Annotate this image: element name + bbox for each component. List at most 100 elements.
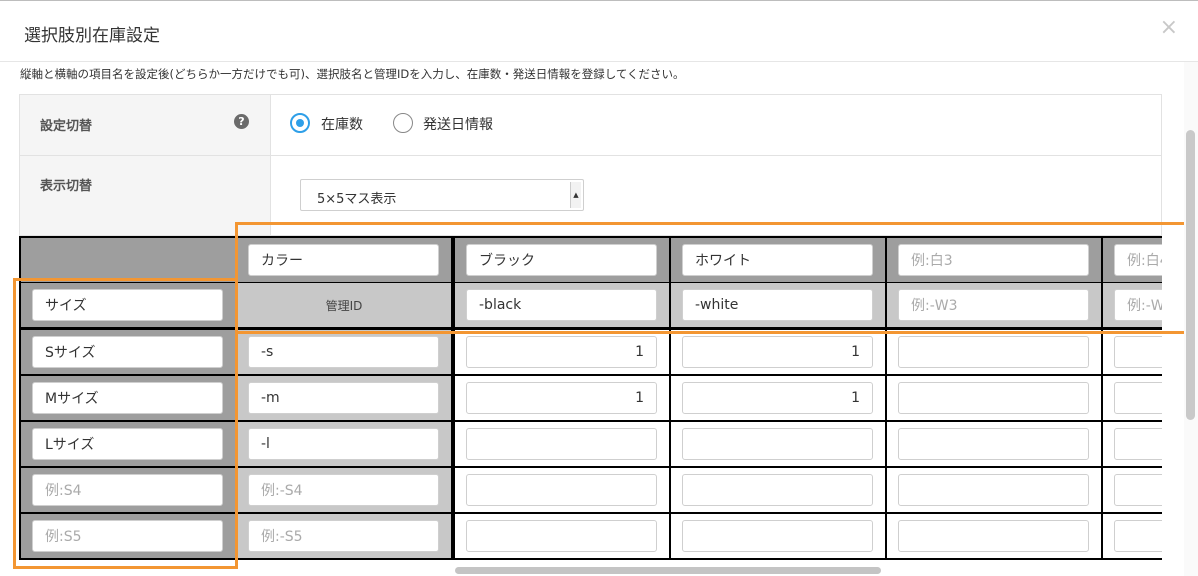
row-name-input[interactable]: Lサイズ [32,428,223,460]
stock-quantity-input[interactable] [466,474,657,506]
row-id-input[interactable]: -s [248,336,439,368]
stock-quantity-input[interactable] [682,474,873,506]
column-name-cell: ホワイト [671,238,885,282]
stock-quantity-input[interactable] [898,520,1089,552]
stock-quantity-input[interactable] [1114,336,1162,368]
row-id-cell: -m [237,376,451,420]
display-switch-label: 表示切替 [40,179,93,194]
stock-grid: カラーブラックホワイト例:白3 例:白4 サイズ 管理ID -black -white 例:… [19,236,1162,560]
column-axis-input[interactable]: カラー [248,244,439,276]
close-icon[interactable]: × [1160,15,1178,40]
stock-quantity-input[interactable] [682,428,873,460]
column-name-cell: ブラック [455,238,669,282]
stock-quantity-input[interactable]: 1 [466,382,657,414]
row-name-input[interactable]: 例:S4 [32,474,223,506]
row-name-cell: 例:S4 [21,468,235,512]
row-name-input[interactable]: Mサイズ [32,382,223,414]
stock-cell [455,468,669,512]
radio-stock[interactable] [290,113,310,133]
stock-cell [887,514,1101,558]
column-id-input[interactable]: 例:-W3 [898,289,1089,321]
stock-grid-viewport[interactable]: カラーブラックホワイト例:白3 例:白4 サイズ 管理ID -black -white 例:… [19,236,1162,560]
column-id-cell: -black [455,283,669,327]
row-id-cell: -l [237,422,451,466]
row-id-input[interactable]: -l [248,428,439,460]
settings-panel: 設定切替 ? 在庫数 発送日情報 表示切替 5×5マス表示 ▲ [19,94,1162,236]
stock-cell [1103,468,1162,512]
stock-quantity-input[interactable] [1114,428,1162,460]
mode-switch-label: 設定切替 [40,119,93,134]
stock-quantity-input[interactable] [1114,382,1162,414]
stock-cell [455,422,669,466]
stock-quantity-input[interactable] [1114,474,1162,506]
stock-cell [455,514,669,558]
stock-cell [887,422,1101,466]
grid-corner [21,238,235,282]
stock-quantity-input[interactable] [466,428,657,460]
display-select-value: 5×5マス表示 [317,192,397,207]
row-id-input[interactable]: -m [248,382,439,414]
stock-cell [671,422,885,466]
stock-cell [671,468,885,512]
stock-cell: 1 [455,330,669,374]
help-icon[interactable]: ? [234,114,249,129]
row-id-input[interactable]: 例:-S4 [248,474,439,506]
divider [20,155,1161,156]
column-id-input[interactable]: -black [466,289,657,321]
column-id-input[interactable]: 例:-W4 [1114,289,1162,321]
column-name-input[interactable]: ホワイト [682,244,873,276]
stock-quantity-input[interactable] [898,474,1089,506]
vertical-scrollbar-thumb[interactable] [1186,130,1195,420]
stock-cell [1103,330,1162,374]
stock-quantity-input[interactable] [898,336,1089,368]
column-name-cell: 例:白3 [887,238,1101,282]
stock-cell [887,468,1101,512]
stock-cell [671,514,885,558]
stock-cell: 1 [671,376,885,420]
row-name-input[interactable]: Sサイズ [32,336,223,368]
row-id-cell: -s [237,330,451,374]
column-name-cell: 例:白4 [1103,238,1162,282]
radio-stock-label[interactable]: 在庫数 [321,114,363,134]
stock-cell: 1 [671,330,885,374]
radio-shipping-label[interactable]: 発送日情報 [423,114,493,134]
row-name-cell: Lサイズ [21,422,235,466]
management-id-label: 管理ID [325,298,363,313]
stock-quantity-input[interactable] [898,382,1089,414]
row-name-cell: Mサイズ [21,376,235,420]
stock-quantity-input[interactable] [682,520,873,552]
stock-cell [1103,376,1162,420]
column-name-input[interactable]: 例:白3 [898,244,1089,276]
radio-shipping-info[interactable] [393,113,413,133]
modal-header: 選択肢別在庫設定 × [0,0,1198,62]
stock-quantity-input[interactable]: 1 [682,336,873,368]
row-name-cell: 例:S5 [21,514,235,558]
row-axis-cell: サイズ [21,283,235,327]
row-id-input[interactable]: 例:-S5 [248,520,439,552]
stock-quantity-input[interactable] [466,520,657,552]
modal-title: 選択肢別在庫設定 [24,26,160,46]
row-name-cell: Sサイズ [21,330,235,374]
row-id-cell: 例:-S4 [237,468,451,512]
row-name-input[interactable]: 例:S5 [32,520,223,552]
column-id-cell: -white [671,283,885,327]
column-name-input[interactable]: ブラック [466,244,657,276]
stock-quantity-input[interactable] [1114,520,1162,552]
column-id-cell: 例:-W4 [1103,283,1162,327]
stock-cell: 1 [455,376,669,420]
column-axis-cell: カラー [237,238,451,282]
column-name-input[interactable]: 例:白4 [1114,244,1162,276]
stock-cell [1103,422,1162,466]
stock-quantity-input[interactable]: 1 [682,382,873,414]
row-id-cell: 例:-S5 [237,514,451,558]
stock-cell [1103,514,1162,558]
management-id-header: 管理ID [237,283,451,327]
stock-quantity-input[interactable]: 1 [466,336,657,368]
chevron-down-icon: ▲ [570,182,581,208]
display-select[interactable]: 5×5マス表示 ▲ [300,179,584,211]
instruction-text: 縦軸と横軸の項目名を設定後(どちらか一方だけでも可)、選択肢名と管理IDを入力し… [20,67,685,81]
column-id-input[interactable]: -white [682,289,873,321]
horizontal-scrollbar-thumb[interactable] [455,567,881,574]
stock-quantity-input[interactable] [898,428,1089,460]
row-axis-input[interactable]: サイズ [32,289,223,321]
